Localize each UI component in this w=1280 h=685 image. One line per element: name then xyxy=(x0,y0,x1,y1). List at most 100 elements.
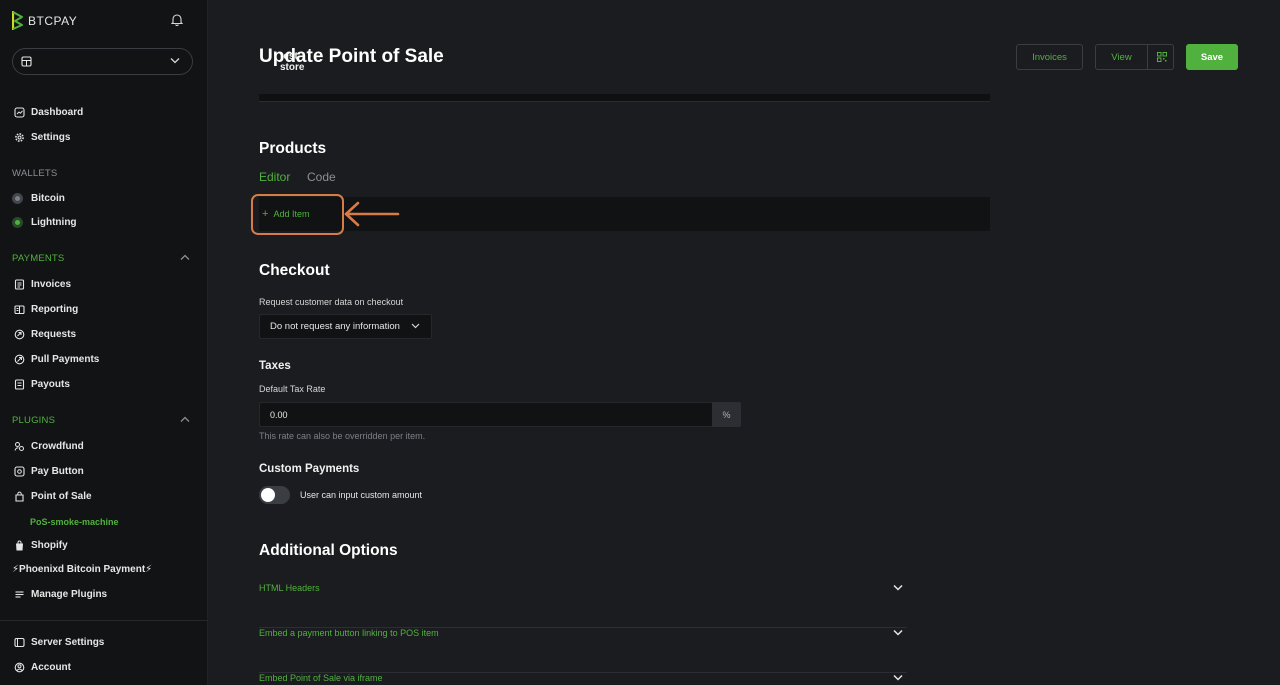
bell-icon xyxy=(170,14,184,27)
sidebar-item-settings[interactable]: Settings xyxy=(14,130,70,144)
sidebar-item-reporting[interactable]: Reporting xyxy=(14,302,78,316)
invoice-icon xyxy=(14,278,25,290)
custom-amount-label: User can input custom amount xyxy=(300,490,423,500)
save-button[interactable]: Save xyxy=(1186,44,1238,70)
tab-editor[interactable]: Editor xyxy=(259,170,290,184)
sidebar-item-label: ⚡Phoenixd Bitcoin Payment⚡ xyxy=(12,563,153,575)
sidebar-item-bitcoin[interactable]: Bitcoin xyxy=(12,191,65,205)
chevron-down-icon xyxy=(170,58,180,64)
collapsed-editor-strip xyxy=(259,94,990,102)
crowdfund-icon xyxy=(14,441,24,451)
sidebar-item-label: Lightning xyxy=(31,216,77,228)
brand-logo[interactable]: BTCPAY xyxy=(12,11,77,30)
manage-plugins-icon xyxy=(15,590,24,598)
sidebar-item-lightning[interactable]: Lightning xyxy=(12,215,77,229)
sidebar-item-label: Account xyxy=(31,661,71,673)
accordion-embed-iframe[interactable]: Embed Point of Sale via iframe xyxy=(259,673,907,685)
wallet-status-dot xyxy=(12,192,23,204)
page-title: Update Point of Sale xyxy=(259,46,444,67)
pay-button-icon xyxy=(14,465,25,477)
sidebar-item-phoenixd[interactable]: ⚡Phoenixd Bitcoin Payment⚡ xyxy=(12,562,152,576)
payments-heading[interactable]: PAYMENTS xyxy=(12,253,64,264)
accordion-embed-payment-button[interactable]: Embed a payment button linking to POS it… xyxy=(259,628,907,673)
custom-payments-heading: Custom Payments xyxy=(259,463,360,475)
sidebar-item-label: Reporting xyxy=(31,303,79,315)
checkout-heading: Checkout xyxy=(259,262,330,279)
sidebar-item-label: Shopify xyxy=(31,539,68,551)
sidebar-item-label: Point of Sale xyxy=(31,490,92,502)
sidebar-item-server-settings[interactable]: Server Settings xyxy=(14,635,104,649)
tax-rate-input[interactable]: 0.00 xyxy=(259,402,713,427)
accordion-title: HTML Headers xyxy=(259,583,320,593)
tax-rate-value: 0.00 xyxy=(270,409,288,420)
additional-options-heading: Additional Options xyxy=(259,542,398,559)
custom-amount-toggle[interactable] xyxy=(259,486,290,504)
sidebar-item-label: Bitcoin xyxy=(31,192,65,204)
sidebar-item-label: Dashboard xyxy=(31,106,84,118)
annotation-arrow-icon xyxy=(344,201,400,227)
accordion-html-headers[interactable]: HTML Headers xyxy=(259,583,907,628)
notifications-button[interactable] xyxy=(170,13,184,31)
products-heading: Products xyxy=(259,140,327,157)
request-data-select[interactable]: Do not request any information xyxy=(259,314,432,339)
chevron-up-icon[interactable] xyxy=(180,416,190,423)
payouts-icon xyxy=(14,378,25,390)
request-data-value: Do not request any information xyxy=(270,321,400,332)
sidebar-item-label: Server Settings xyxy=(31,636,105,648)
sidebar-item-point-of-sale[interactable]: Point of Sale xyxy=(14,489,92,503)
sidebar-item-account[interactable]: Account xyxy=(14,660,71,674)
requests-icon xyxy=(14,329,25,339)
pull-payments-icon xyxy=(14,354,25,364)
sidebar-item-label: Manage Plugins xyxy=(31,588,108,600)
sidebar-item-payouts[interactable]: Payouts xyxy=(14,377,70,391)
sidebar-item-label: Requests xyxy=(31,328,77,340)
qr-code-icon xyxy=(1156,52,1167,62)
sidebar: BTCPAY test-store Dashboard Settings WAL… xyxy=(0,0,304,685)
accordion-title: Embed a payment button linking to POS it… xyxy=(259,628,439,638)
sidebar-item-crowdfund[interactable]: Crowdfund xyxy=(14,439,84,453)
dashboard-icon xyxy=(14,106,25,118)
shopify-icon xyxy=(16,540,23,550)
sidebar-item-label: Settings xyxy=(31,131,71,143)
sidebar-item-shopify[interactable]: Shopify xyxy=(14,538,68,552)
request-data-label: Request customer data on checkout xyxy=(259,297,404,307)
chevron-down-icon xyxy=(411,323,420,329)
sidebar-item-requests[interactable]: Requests xyxy=(14,327,76,341)
sidebar-item-pull-payments[interactable]: Pull Payments xyxy=(14,352,99,366)
invoices-button[interactable]: Invoices xyxy=(1016,44,1083,70)
point-of-sale-icon xyxy=(15,491,24,502)
sidebar-item-dashboard[interactable]: Dashboard xyxy=(14,105,83,119)
sidebar-item-manage-plugins[interactable]: Manage Plugins xyxy=(14,587,107,601)
reporting-icon xyxy=(14,304,25,314)
tax-rate-label: Default Tax Rate xyxy=(259,384,326,394)
sidebar-item-invoices[interactable]: Invoices xyxy=(14,277,71,291)
sidebar-divider xyxy=(0,620,208,621)
annotation-highlight-box xyxy=(251,194,344,235)
accordion-title: Embed Point of Sale via iframe xyxy=(259,673,383,683)
view-button[interactable]: View xyxy=(1096,45,1148,69)
sidebar-item-label: Invoices xyxy=(31,278,72,290)
store-icon xyxy=(21,56,32,67)
sidebar-item-label: Crowdfund xyxy=(31,440,84,452)
wallets-heading: WALLETS xyxy=(12,168,58,179)
toggle-knob xyxy=(261,488,275,502)
tax-rate-hint: This rate can also be overridden per ite… xyxy=(259,431,426,441)
account-icon xyxy=(14,662,25,672)
view-button-group: View xyxy=(1095,44,1174,70)
sidebar-subitem-pos-smoke-machine[interactable]: PoS-smoke-machine xyxy=(30,517,119,527)
sidebar-item-pay-button[interactable]: Pay Button xyxy=(14,464,84,478)
plugins-heading[interactable]: PLUGINS xyxy=(12,415,55,426)
tax-rate-unit: % xyxy=(712,402,741,427)
qr-code-button[interactable] xyxy=(1149,45,1174,69)
wallet-status-dot xyxy=(12,216,23,228)
chevron-down-icon xyxy=(893,674,903,681)
brand-name: BTCPAY xyxy=(28,13,78,28)
chevron-up-icon[interactable] xyxy=(180,254,190,261)
gear-icon xyxy=(15,132,24,142)
store-selector[interactable]: test-store xyxy=(12,48,304,75)
tab-code[interactable]: Code xyxy=(307,170,336,184)
sidebar-item-label: Pull Payments xyxy=(31,353,100,365)
sidebar-item-label: Pay Button xyxy=(31,465,84,477)
server-icon xyxy=(14,637,25,647)
taxes-heading: Taxes xyxy=(259,360,291,372)
